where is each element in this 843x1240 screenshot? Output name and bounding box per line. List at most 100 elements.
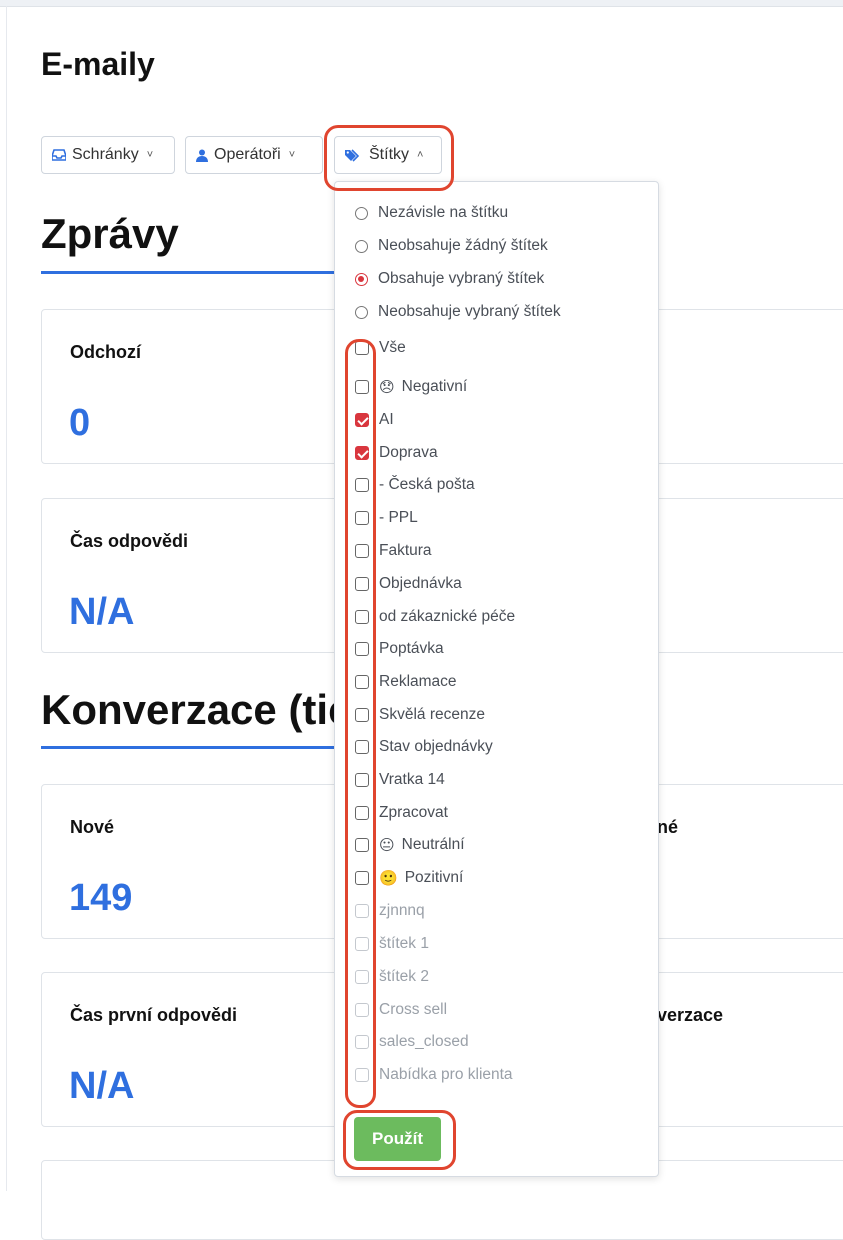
tag-label: Pozitivní	[404, 869, 464, 886]
checkbox[interactable]	[355, 970, 369, 984]
tag-mode-option[interactable]: Neobsahuje žádný štítek	[355, 237, 548, 255]
tag-option[interactable]: zjnnnq	[355, 902, 425, 920]
card-label-right: né	[657, 817, 679, 837]
tag-label: Negativní	[401, 378, 468, 395]
tag-option[interactable]: sales_closed	[355, 1033, 469, 1051]
tag-mode-label: Neobsahuje vybraný štítek	[378, 303, 561, 320]
checkbox[interactable]	[355, 937, 369, 951]
tag-label: Objednávka	[379, 575, 462, 592]
tags-filter-label: Štítky	[369, 146, 410, 163]
card-label: Nové	[70, 817, 115, 837]
checkbox[interactable]	[355, 1035, 369, 1049]
tag-option[interactable]: Vše	[355, 339, 406, 357]
tag-option[interactable]: Reklamace	[355, 673, 457, 691]
checkbox[interactable]	[355, 544, 369, 558]
tag-option[interactable]: Poptávka	[355, 640, 444, 658]
tag-option[interactable]: AI	[355, 411, 394, 429]
tag-label: Skvělá recenze	[379, 706, 485, 723]
tag-label: - Česká pošta	[379, 476, 475, 493]
radio-button[interactable]	[355, 305, 368, 319]
tags-icon	[345, 148, 360, 162]
checkbox-checked[interactable]	[355, 446, 369, 460]
tag-label: Stav objednávky	[379, 738, 493, 755]
apply-button[interactable]: Použít	[354, 1117, 441, 1161]
tag-option[interactable]: Zpracovat	[355, 804, 448, 822]
tags-filter-dropdown: Nezávisle na štítku Neobsahuje žádný ští…	[334, 181, 659, 1177]
operators-filter-label: Operátoři	[214, 146, 281, 163]
tag-mode-option[interactable]: Obsahuje vybraný štítek	[355, 270, 544, 288]
section-title-messages: Zprávy	[41, 210, 179, 257]
checkbox[interactable]	[355, 904, 369, 918]
section-underline	[41, 746, 341, 749]
tag-emoji-icon: 🙂	[379, 870, 398, 887]
tag-option[interactable]: od zákaznické péče	[355, 608, 515, 626]
tag-label: štítek 1	[379, 935, 429, 952]
tag-label: Cross sell	[379, 1001, 448, 1018]
radio-button-selected[interactable]	[355, 272, 368, 286]
tag-option[interactable]: štítek 1	[355, 935, 429, 953]
tag-emoji-icon: 😞	[379, 379, 395, 396]
tag-option[interactable]: - PPL	[355, 509, 418, 527]
user-icon	[196, 149, 208, 162]
tag-mode-option[interactable]: Nezávisle na štítku	[355, 204, 508, 222]
checkbox[interactable]	[355, 380, 369, 394]
checkbox[interactable]	[355, 1068, 369, 1082]
checkbox[interactable]	[355, 675, 369, 689]
tag-mode-option[interactable]: Neobsahuje vybraný štítek	[355, 303, 561, 321]
tag-label: Zpracovat	[379, 804, 448, 821]
radio-button[interactable]	[355, 206, 368, 220]
checkbox[interactable]	[355, 806, 369, 820]
checkbox-checked[interactable]	[355, 413, 369, 427]
operators-filter-button[interactable]: Operátoři ˅	[185, 136, 323, 174]
card-label-right: verzace	[657, 1005, 724, 1025]
tag-option[interactable]: 🙂 Pozitivní	[355, 869, 463, 887]
checkbox[interactable]	[355, 708, 369, 722]
chevron-down-icon: ˅	[146, 149, 154, 161]
tag-option[interactable]: Objednávka	[355, 575, 462, 593]
card-label: Čas odpovědi	[70, 531, 189, 551]
card-value: N/A	[69, 1065, 135, 1107]
tag-option[interactable]: Skvělá recenze	[355, 706, 485, 724]
tag-option[interactable]: Cross sell	[355, 1001, 447, 1019]
tag-option[interactable]: Vratka 14	[355, 771, 445, 789]
checkbox[interactable]	[355, 871, 369, 885]
checkbox[interactable]	[355, 478, 369, 492]
card-label: Čas první odpovědi	[70, 1005, 238, 1025]
tag-option[interactable]: Doprava	[355, 444, 438, 462]
checkbox[interactable]	[355, 1003, 369, 1017]
tag-label: Doprava	[379, 444, 438, 461]
tag-option[interactable]: štítek 2	[355, 968, 429, 986]
tags-filter-button[interactable]: Štítky ˄	[334, 136, 442, 174]
tag-label: Reklamace	[379, 673, 457, 690]
checkbox[interactable]	[355, 610, 369, 624]
card-value: N/A	[69, 591, 135, 633]
tag-mode-label: Obsahuje vybraný štítek	[378, 270, 545, 287]
card-label: Odchozí	[70, 342, 141, 362]
tag-label: Faktura	[379, 542, 432, 559]
checkbox[interactable]	[355, 838, 369, 852]
tag-label: Nabídka pro klienta	[379, 1066, 513, 1083]
inbox-icon	[52, 149, 66, 161]
radio-button[interactable]	[355, 239, 368, 253]
tag-option[interactable]: 😐 Neutrální	[355, 836, 465, 854]
checkbox[interactable]	[355, 773, 369, 787]
checkbox[interactable]	[355, 341, 369, 355]
top-bar	[0, 0, 843, 7]
checkbox[interactable]	[355, 577, 369, 591]
mailboxes-filter-button[interactable]: Schránky ˅	[41, 136, 175, 174]
tag-label: sales_closed	[379, 1033, 469, 1050]
tag-option[interactable]: Stav objednávky	[355, 738, 493, 756]
checkbox[interactable]	[355, 740, 369, 754]
tag-label: Vše	[379, 339, 406, 356]
section-underline	[41, 271, 341, 274]
tag-label: Neutrální	[401, 836, 465, 853]
checkbox[interactable]	[355, 511, 369, 525]
checkbox[interactable]	[355, 642, 369, 656]
tag-option[interactable]: Faktura	[355, 542, 432, 560]
tag-label: zjnnnq	[379, 902, 425, 919]
tag-label: štítek 2	[379, 968, 429, 985]
chevron-down-icon: ˅	[288, 149, 296, 161]
tag-option[interactable]: 😞 Negativní	[355, 378, 467, 396]
tag-option[interactable]: - Česká pošta	[355, 476, 475, 494]
tag-option[interactable]: Nabídka pro klienta	[355, 1066, 513, 1084]
